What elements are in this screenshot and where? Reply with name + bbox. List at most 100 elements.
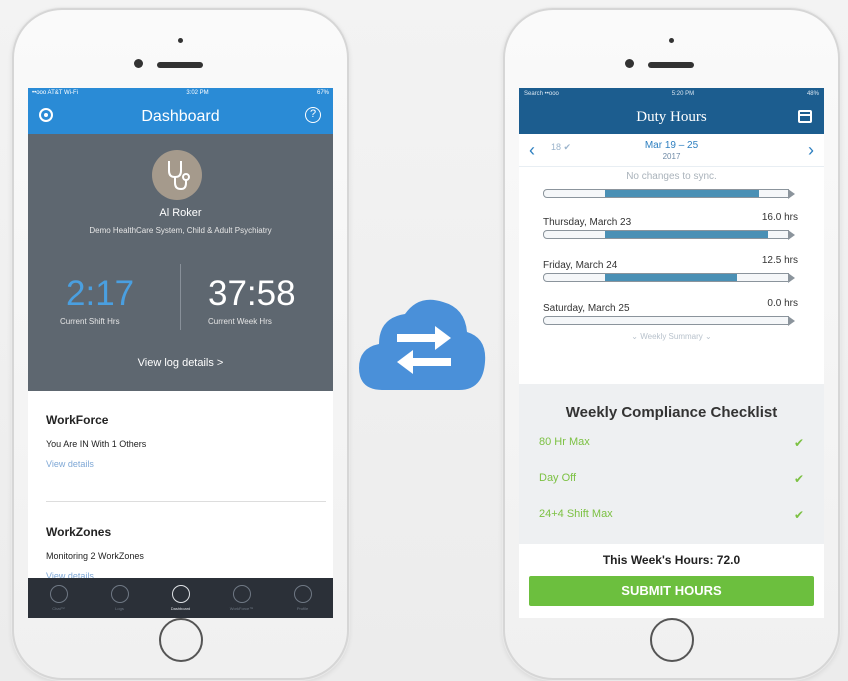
tab-label: Dashboard <box>170 606 191 611</box>
page-title: Duty Hours <box>636 109 707 125</box>
carrier-text: ••ooo AT&T Wi-Fi <box>32 90 78 96</box>
week-range-text: Mar 19 – 25 <box>644 140 699 151</box>
hours-bar <box>543 230 795 240</box>
checkmark-icon: ✔ <box>793 508 804 522</box>
week-year-text: 2017 <box>662 152 681 161</box>
tab-label: Logs <box>115 606 124 611</box>
view-log-details-link[interactable]: View log details > <box>28 357 333 369</box>
checklist-title: Weekly Compliance Checklist <box>565 404 778 421</box>
day-hours: 0.0 hrs <box>767 298 798 309</box>
compliance-checklist: Weekly Compliance Checklist 80 Hr Max ✔ D… <box>519 384 824 544</box>
tab-profile[interactable]: Profile <box>281 585 325 611</box>
checklist-item-label: 24+4 Shift Max <box>539 508 613 520</box>
battery-text: 48% <box>806 91 819 97</box>
clock-text: 5:20 PM <box>671 91 695 97</box>
day-label: Saturday, March 25 <box>543 303 630 314</box>
tab-label: Chat™ <box>52 606 65 611</box>
user-icon <box>293 585 312 603</box>
dashboard-screen: ••ooo AT&T Wi-Fi 3:02 PM 67% Dashboard ?… <box>28 88 333 618</box>
stethoscope-icon <box>168 161 190 191</box>
day-label: Friday, March 24 <box>543 260 618 271</box>
day-row[interactable]: Saturday, March 25 0.0 hrs <box>543 298 798 326</box>
phone-sensor-dot <box>669 38 674 43</box>
tab-label: WorkForce™ <box>229 606 254 611</box>
day-label: Thursday, March 23 <box>543 217 632 228</box>
back-to-search-text[interactable]: Search ••ooo <box>524 91 559 97</box>
tab-dashboard[interactable]: Dashboard <box>159 585 203 611</box>
organization-name: Demo HealthCare System, Child & Adult Ps… <box>89 226 272 235</box>
phone-sensor-dot <box>178 38 183 43</box>
right-phone-frame: Search ••ooo 5:20 PM 48% Duty Hours ‹ 18… <box>503 8 840 680</box>
workzones-title: WorkZones <box>46 525 112 539</box>
chat-icon <box>49 585 68 603</box>
current-week-label: Current Week Hrs <box>208 317 272 326</box>
duty-hours-screen: Search ••ooo 5:20 PM 48% Duty Hours ‹ 18… <box>519 88 824 618</box>
avatar <box>152 150 202 200</box>
day-row[interactable]: Thursday, March 23 16.0 hrs <box>543 212 798 240</box>
checklist-item: 80 Hr Max ✔ <box>539 436 804 450</box>
workzones-status: Monitoring 2 WorkZones <box>46 551 144 561</box>
workforce-card: WorkForce You Are IN With 1 Others View … <box>46 413 326 469</box>
home-button[interactable] <box>159 618 203 662</box>
checklist-item: 24+4 Shift Max ✔ <box>539 508 804 522</box>
status-bar: ••ooo AT&T Wi-Fi 3:02 PM 67% <box>28 88 333 98</box>
left-phone-frame: ••ooo AT&T Wi-Fi 3:02 PM 67% Dashboard ?… <box>12 8 349 680</box>
clock-text: 3:02 PM <box>186 90 209 96</box>
person-walk-icon <box>232 585 251 603</box>
front-camera <box>625 59 634 68</box>
card-divider <box>46 501 326 502</box>
help-icon[interactable]: ? <box>305 107 321 123</box>
nav-bar: Dashboard ? <box>28 98 333 134</box>
cloud-sync-icon <box>359 299 486 390</box>
page-title: Dashboard <box>141 108 220 125</box>
tab-workforce[interactable]: WorkForce™ <box>220 585 264 611</box>
next-week-arrow-icon[interactable]: › <box>808 140 814 161</box>
checkmark-icon: ✔ <box>793 472 804 486</box>
tab-label: Profile <box>296 606 309 611</box>
checklist-item-label: 80 Hr Max <box>539 436 590 448</box>
week-selector: ‹ 18 ✔ Mar 19 – 25 2017 › <box>519 134 824 167</box>
user-name: Al Roker <box>159 207 202 219</box>
weekly-summary-toggle[interactable]: ⌄ Weekly Summary ⌄ <box>519 332 824 341</box>
hours-bar <box>543 316 795 326</box>
current-shift-label: Current Shift Hrs <box>60 317 120 326</box>
tab-logs[interactable]: Logs <box>98 585 142 611</box>
weekly-summary-label: Weekly Summary <box>640 332 703 341</box>
stats-divider <box>180 264 181 330</box>
gauge-icon <box>171 585 190 603</box>
workforce-view-details-link[interactable]: View details <box>46 459 326 469</box>
day-hours-list: Thursday, March 23 16.0 hrs Friday, Marc… <box>519 182 824 341</box>
day-row[interactable]: Friday, March 24 12.5 hrs <box>543 255 798 283</box>
nav-bar: Duty Hours <box>519 100 824 134</box>
hours-bar-fill <box>605 190 759 197</box>
sync-status: No changes to sync. <box>626 171 717 182</box>
hours-bar <box>543 273 795 283</box>
current-week-value: 37:58 <box>208 274 296 313</box>
calendar-icon[interactable] <box>798 110 812 123</box>
checklist-item: Day Off ✔ <box>539 472 804 486</box>
workzones-card: WorkZones Monitoring 2 WorkZones View de… <box>46 525 326 581</box>
current-week-range: Mar 19 – 25 2017 <box>519 140 824 161</box>
hours-bar-fill <box>605 274 737 281</box>
earpiece-speaker <box>648 62 694 68</box>
battery-text: 67% <box>316 90 329 96</box>
day-hours: 12.5 hrs <box>761 255 798 266</box>
tab-chat[interactable]: Chat™ <box>37 585 81 611</box>
current-shift-value: 2:17 <box>66 274 135 313</box>
tab-bar: Chat™ Logs Dashboard WorkForce™ Profile <box>28 578 333 618</box>
checkmark-icon: ✔ <box>793 436 804 450</box>
home-button[interactable] <box>650 618 694 662</box>
hours-bar-fill <box>605 231 769 238</box>
submit-hours-button[interactable]: SUBMIT HOURS <box>529 576 814 606</box>
profile-summary: Al Roker Demo HealthCare System, Child &… <box>28 134 333 391</box>
workforce-title: WorkForce <box>46 413 109 427</box>
checklist-item-label: Day Off <box>539 472 577 484</box>
front-camera <box>134 59 143 68</box>
status-bar: Search ••ooo 5:20 PM 48% <box>519 88 824 100</box>
workforce-status: You Are IN With 1 Others <box>46 439 147 449</box>
earpiece-speaker <box>157 62 203 68</box>
week-total-hours: This Week's Hours: 72.0 <box>602 553 741 567</box>
day-hours: 16.0 hrs <box>761 212 798 223</box>
clock-icon <box>110 585 129 603</box>
hours-bar <box>543 189 795 199</box>
